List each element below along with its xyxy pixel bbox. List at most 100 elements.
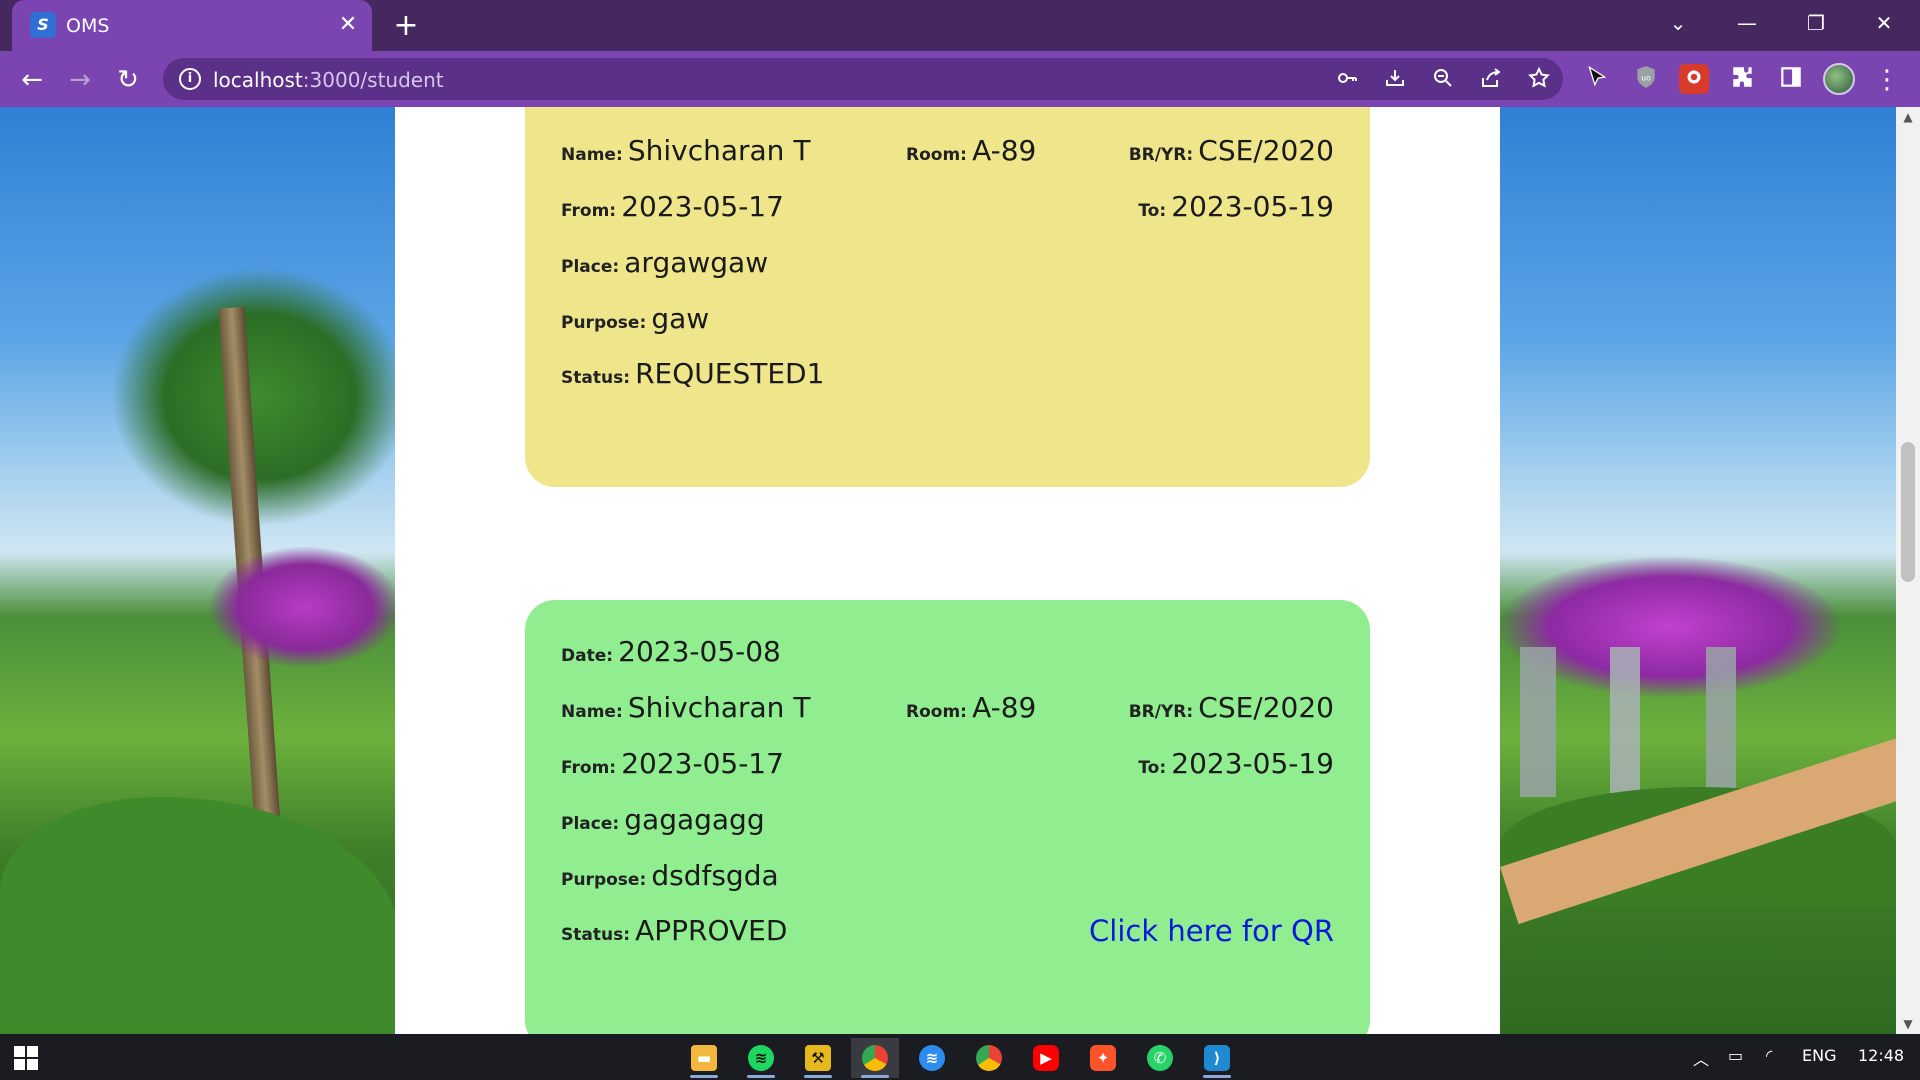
page-viewport: Name: Shivcharan T Room: A-89 BR/YR: CSE…: [0, 107, 1920, 1034]
card-row-status: Status: APPROVED Click here for QR: [525, 914, 1370, 954]
windows-start-icon[interactable]: [14, 1046, 38, 1070]
name-field: Name: Shivcharan T: [561, 134, 810, 167]
outpass-card-approved: Date: 2023-05-08 Name: Shivcharan T Room…: [525, 600, 1370, 1034]
from-field: From: 2023-05-17: [561, 747, 784, 780]
status-label: Status:: [561, 925, 630, 945]
youtube-icon[interactable]: ▶: [1022, 1038, 1070, 1078]
card-row-dates: From: 2023-05-17 To: 2023-05-19: [525, 190, 1370, 230]
status-value: REQUESTED1: [635, 357, 825, 390]
file-explorer-icon[interactable]: ▬: [680, 1038, 728, 1078]
spotify-alt-icon[interactable]: ≋: [908, 1038, 956, 1078]
active-tab[interactable]: S OMS ✕: [12, 0, 372, 51]
tab-close-icon[interactable]: ✕: [334, 11, 362, 39]
language-indicator[interactable]: ENG: [1802, 1046, 1836, 1065]
windows-taskbar: ▬ ≋ ⚒ ≋ ▶ ✦ ✆ ⟩ ︿ ▭ ◜ ENG 12:48: [0, 1034, 1920, 1080]
profile-avatar[interactable]: [1823, 63, 1855, 95]
restore-button[interactable]: ❐: [1796, 8, 1836, 38]
scroll-up-arrow-icon[interactable]: ▲: [1896, 107, 1920, 127]
clock-time[interactable]: 12:48: [1858, 1046, 1904, 1065]
outpass-card-requested: Name: Shivcharan T Room: A-89 BR/YR: CSE…: [525, 107, 1370, 487]
status-value: APPROVED: [635, 914, 788, 947]
svg-text:uo: uo: [1641, 73, 1651, 82]
browser-menu-icon[interactable]: ⋮: [1870, 63, 1904, 97]
page-scrollbar[interactable]: ▲ ▼: [1896, 107, 1920, 1034]
tray-overflow-chevron-icon[interactable]: ︿: [1693, 1046, 1709, 1070]
bougainvillea-left: [210, 547, 400, 667]
bryr-field: BR/YR: CSE/2020: [1129, 134, 1334, 167]
status-field: Status: REQUESTED1: [561, 357, 824, 390]
purpose-label: Purpose:: [561, 313, 647, 333]
hedge-left: [0, 797, 400, 1034]
address-bar[interactable]: i localhost:3000/student: [163, 58, 1563, 100]
site-info-icon[interactable]: i: [179, 68, 201, 90]
date-value: 2023-05-08: [618, 635, 781, 668]
spotify-icon[interactable]: ≋: [737, 1038, 785, 1078]
scroll-down-arrow-icon[interactable]: ▼: [1896, 1014, 1920, 1034]
date-field: Date: 2023-05-08: [561, 635, 781, 668]
date-label: Date:: [561, 646, 614, 666]
wifi-icon[interactable]: ◜: [1766, 1046, 1772, 1065]
place-value: argawgaw: [624, 246, 769, 279]
place-field: Place: gagagagg: [561, 803, 765, 836]
name-label: Name:: [561, 145, 623, 165]
minimize-button[interactable]: —: [1727, 8, 1767, 38]
main-content-column: Name: Shivcharan T Room: A-89 BR/YR: CSE…: [395, 107, 1500, 1034]
side-panel-icon[interactable]: [1776, 64, 1806, 94]
name-value: Shivcharan T: [627, 691, 811, 724]
bryr-value: CSE/2020: [1198, 134, 1334, 167]
url-path: :3000/student: [302, 68, 444, 92]
purpose-value: gaw: [651, 302, 710, 335]
room-field: Room: A-89: [906, 134, 1036, 167]
install-icon[interactable]: [1381, 66, 1409, 94]
tool-app-icon[interactable]: ⚒: [794, 1038, 842, 1078]
purpose-field: Purpose: gaw: [561, 302, 709, 335]
extensions-puzzle-icon[interactable]: [1728, 64, 1758, 94]
status-field: Status: APPROVED: [561, 914, 787, 947]
whatsapp-icon[interactable]: ✆: [1136, 1038, 1184, 1078]
star-icon[interactable]: [1525, 66, 1553, 94]
card-row-place: Place: argawgaw: [525, 246, 1370, 286]
qr-link[interactable]: Click here for QR: [1089, 914, 1334, 948]
room-label: Room:: [906, 145, 967, 165]
place-value: gagagagg: [624, 803, 765, 836]
place-label: Place:: [561, 257, 620, 277]
card-row-date: Date: 2023-05-08: [525, 635, 1370, 675]
palm-tree-foliage: [110, 267, 410, 527]
new-tab-button[interactable]: +: [390, 10, 422, 42]
vscode-icon[interactable]: ⟩: [1193, 1038, 1241, 1078]
browser-tab-strip: S OMS ✕ + ⌄ — ❐ ✕: [0, 0, 1920, 51]
to-field: To: 2023-05-19: [1138, 190, 1334, 223]
scrollbar-thumb[interactable]: [1901, 442, 1915, 582]
room-value: A-89: [972, 134, 1037, 167]
chrome-icon[interactable]: [851, 1038, 899, 1078]
cursor-extension-icon[interactable]: [1582, 64, 1612, 94]
room-value: A-89: [972, 691, 1037, 724]
card-row-purpose: Purpose: gaw: [525, 302, 1370, 342]
chrome-alt-icon[interactable]: [965, 1038, 1013, 1078]
close-window-button[interactable]: ✕: [1864, 8, 1904, 38]
tab-title: OMS: [66, 15, 110, 37]
brave-icon[interactable]: ✦: [1079, 1038, 1127, 1078]
pergola-right: [1520, 647, 1820, 797]
tab-search-dropdown-icon[interactable]: ⌄: [1658, 8, 1698, 38]
purpose-value: dsdfsgda: [651, 859, 779, 892]
bryr-label: BR/YR:: [1128, 702, 1194, 722]
ublock-icon[interactable]: uo: [1631, 64, 1661, 94]
key-icon[interactable]: [1333, 66, 1361, 94]
card-row-identity: Name: Shivcharan T Room: A-89 BR/YR: CSE…: [525, 134, 1370, 174]
place-field: Place: argawgaw: [561, 246, 768, 279]
zoom-out-icon[interactable]: [1429, 66, 1457, 94]
from-label: From:: [561, 758, 617, 778]
name-field: Name: Shivcharan T: [561, 691, 810, 724]
share-icon[interactable]: [1477, 66, 1505, 94]
from-field: From: 2023-05-17: [561, 190, 784, 223]
forward-button[interactable]: →: [63, 63, 97, 97]
url-text[interactable]: localhost:3000/student: [213, 68, 444, 92]
reload-button[interactable]: ↻: [111, 63, 145, 97]
card-row-status: Status: REQUESTED1: [525, 357, 1370, 397]
to-label: To:: [1138, 201, 1167, 221]
back-button[interactable]: ←: [15, 63, 49, 97]
puzzle-red-extension-icon[interactable]: [1679, 64, 1709, 94]
bryr-field: BR/YR: CSE/2020: [1129, 691, 1334, 724]
battery-icon[interactable]: ▭: [1728, 1046, 1743, 1065]
